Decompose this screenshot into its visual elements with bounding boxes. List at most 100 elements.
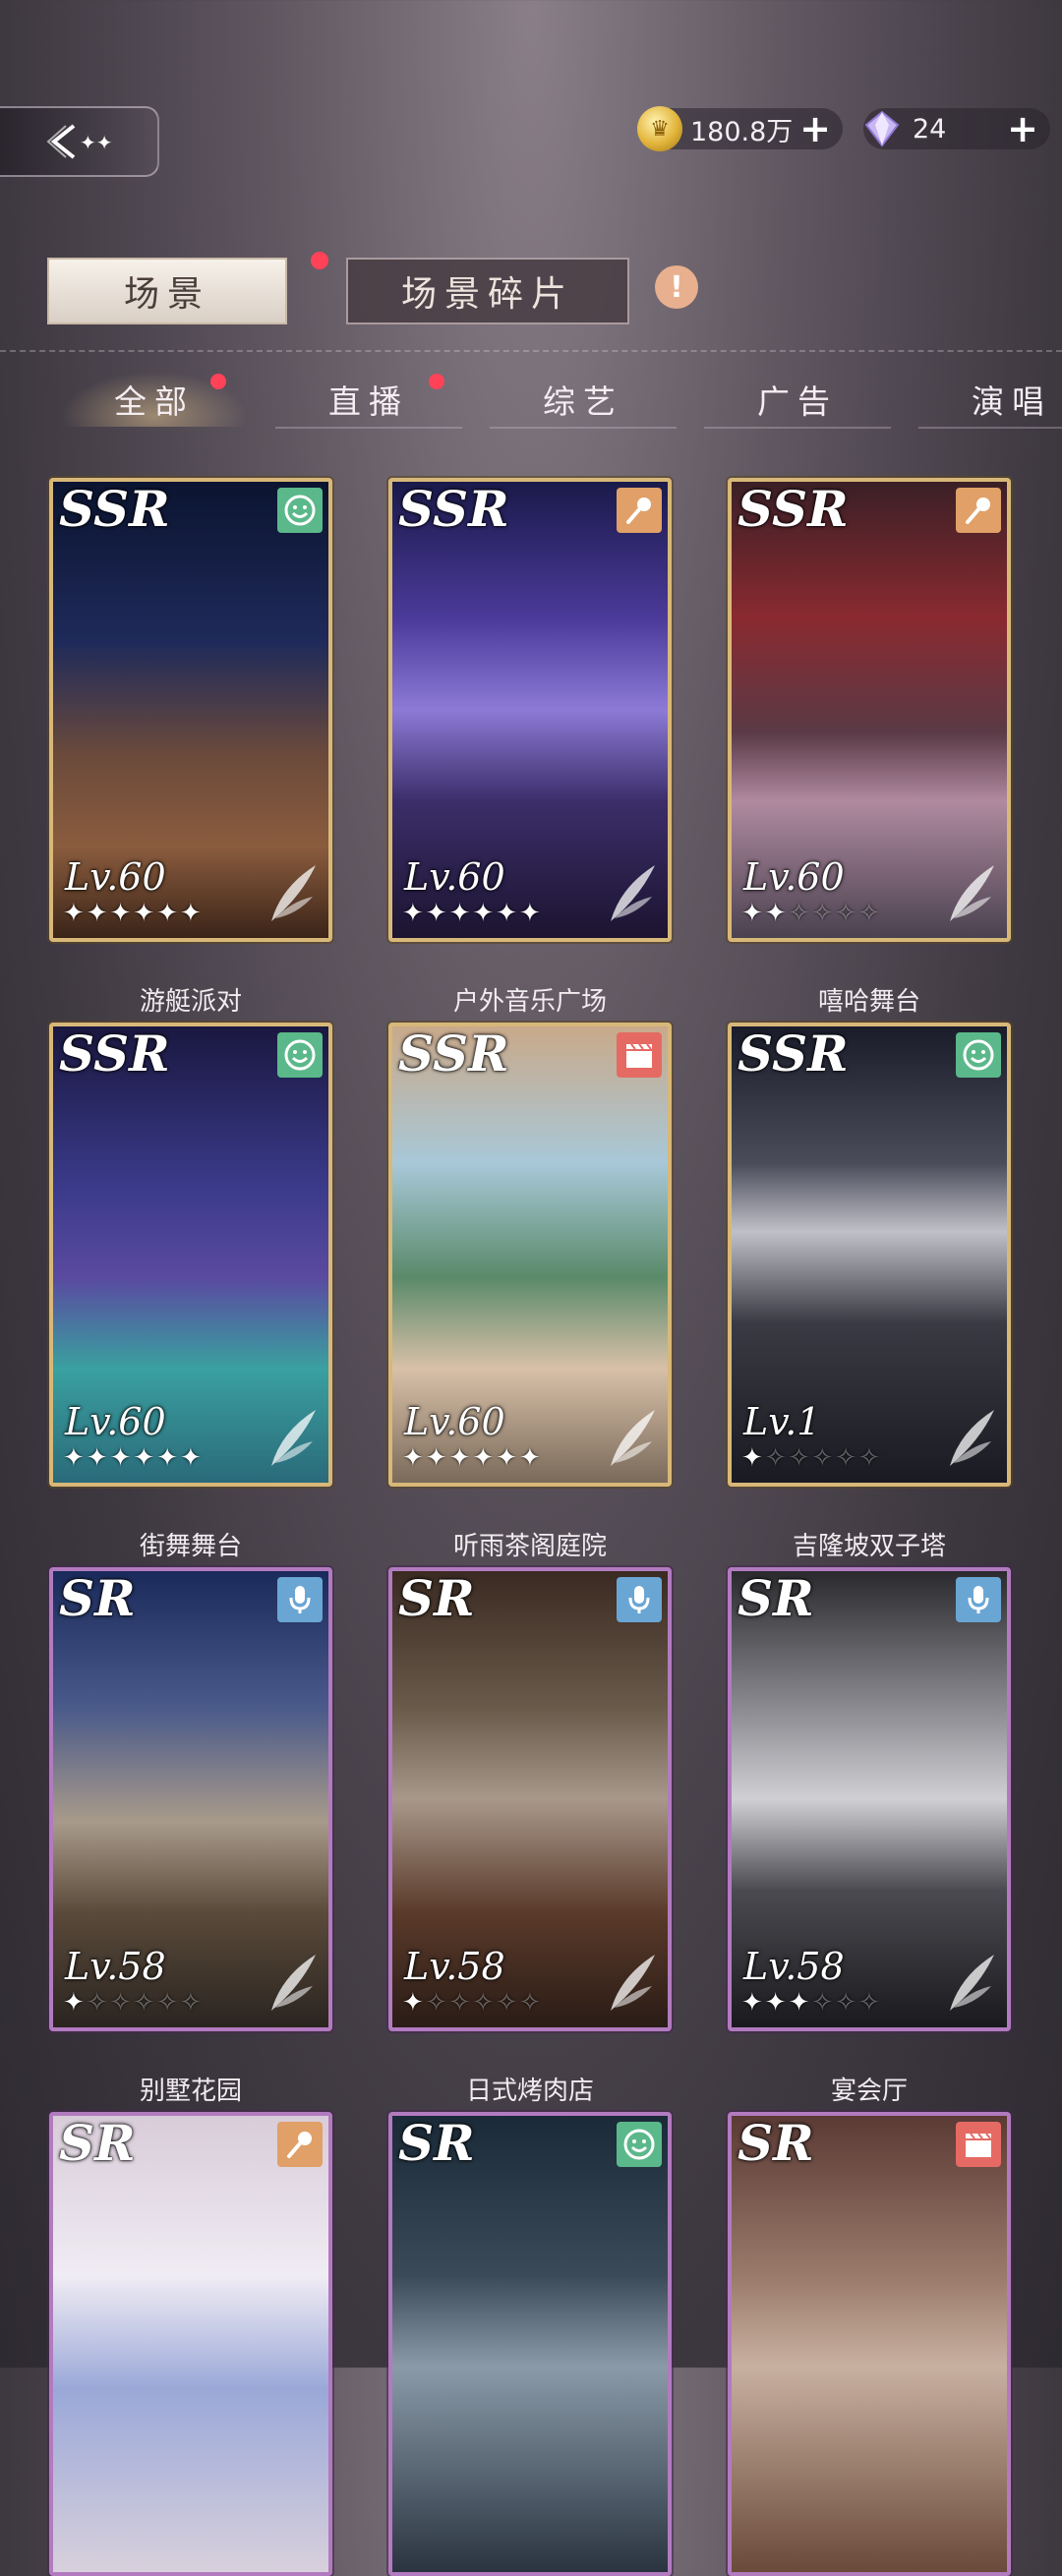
scene-card[interactable]: SSR Lv.60 ✦✦✦✦✦✦ [49,1023,332,1487]
scene-name: 游艇派对 [139,987,242,1017]
star-icon: ✦ [179,899,204,928]
star-rating: ✦✧✧✧✧✧ [741,1443,882,1473]
star-icon: ✦ [425,1443,449,1473]
star-rating: ✦✦✦✦✦✦ [63,899,204,928]
tab-scene[interactable]: 场景 [47,258,287,324]
star-icon: ✧ [156,1988,180,2018]
scene-name: 街舞舞台 [139,1532,242,1561]
scene-card[interactable]: SSR Lv.60 ✦✦✦✦✦✦ [388,1023,672,1487]
star-icon: ✦ [179,1443,204,1473]
star-icon: ✦ [63,1988,87,2018]
star-icon: ✦ [764,1988,789,2018]
notification-dot [429,374,444,389]
podcast-icon [617,1577,662,1622]
info-button[interactable]: ! [655,265,698,309]
feather-emblem-icon [950,1955,994,2011]
rarity-label: SSR [59,480,170,538]
star-icon: ✧ [811,1443,836,1473]
scene-card[interactable]: SR Lv.58 ✦✧✧✧✧✧ [49,1567,332,2031]
rarity-label: SSR [738,1025,849,1083]
feather-emblem-icon [271,865,316,921]
star-icon: ✦ [133,899,157,928]
star-icon: ✦ [518,1443,543,1473]
scene-name: 别墅花园 [139,2077,242,2106]
star-icon: ✦ [788,1988,812,2018]
gold-currency: ♛ 180.8万 + [637,106,843,151]
back-button[interactable]: ✦✦ [0,106,159,177]
level-label: Lv.1 [743,1400,821,1443]
smile-icon [956,1032,1001,1078]
gold-coin-icon: ♛ [637,106,682,151]
scene-name: 吉隆坡双子塔 [792,1532,946,1561]
star-icon: ✦ [518,899,543,928]
podcast-icon [956,1577,1001,1622]
scene-card[interactable]: SSR Lv.1 ✦✧✧✧✧✧ [728,1023,1011,1487]
scene-card[interactable]: SR [49,2112,332,2576]
star-icon: ✦ [156,899,180,928]
star-rating: ✦✦✦✦✦✦ [402,899,543,928]
feather-emblem-icon [950,865,994,921]
podcast-icon [277,1577,323,1622]
notification-dot [210,374,226,389]
scene-card[interactable]: SSR Lv.60 ✦✦✦✦✦✦ [49,478,332,942]
category-ad[interactable]: 广告 [704,372,891,429]
clapper-icon [617,1032,662,1078]
scene-card[interactable]: SSR Lv.60 ✦✦✧✧✧✧ [728,478,1011,942]
tab-scene-label: 场景 [123,274,210,315]
star-icon: ✧ [518,1988,543,2018]
star-icon: ✦ [402,1443,426,1473]
back-arrow-icon: ✦✦ [46,124,113,159]
star-icon: ✦ [448,899,473,928]
rarity-label: SSR [398,1025,509,1083]
rarity-label: SR [398,1569,475,1627]
star-icon: ✦ [472,1443,497,1473]
feather-emblem-icon [611,1410,655,1466]
svg-text:✦✦: ✦✦ [80,131,113,154]
rarity-label: SR [398,2114,475,2172]
divider [0,350,1062,352]
scene-name: 户外音乐广场 [452,987,607,1017]
star-icon: ✦ [86,899,110,928]
star-icon: ✦ [425,899,449,928]
star-icon: ✦ [63,899,87,928]
rarity-label: SR [738,2114,814,2172]
star-icon: ✧ [857,899,882,928]
category-concert[interactable]: 演唱 [918,372,1062,429]
category-label: 综艺 [543,382,623,421]
star-icon: ✦ [109,1443,134,1473]
add-gold-button[interactable]: + [799,110,831,147]
scene-card[interactable]: SR Lv.58 ✦✧✧✧✧✧ [388,1567,672,2031]
category-label: 广告 [757,382,838,421]
star-icon: ✧ [788,899,812,928]
add-diamond-button[interactable]: + [1007,110,1038,147]
level-label: Lv.60 [743,855,845,899]
star-rating: ✦✦✦✦✦✦ [402,1443,543,1473]
star-rating: ✦✧✧✧✧✧ [63,1988,204,2018]
scene-name: 嘻哈舞台 [817,987,920,1017]
star-rating: ✦✦✦✦✦✦ [63,1443,204,1473]
star-icon: ✧ [811,1988,836,2018]
feather-emblem-icon [271,1955,316,2011]
category-variety[interactable]: 综艺 [490,372,677,429]
star-icon: ✦ [741,899,765,928]
scene-card[interactable]: SR Lv.58 ✦✦✦✧✧✧ [728,1567,1011,2031]
scene-card[interactable]: SSR Lv.60 ✦✦✦✦✦✦ [388,478,672,942]
star-icon: ✧ [179,1988,204,2018]
star-icon: ✧ [835,1443,858,1473]
star-icon: ✧ [788,1443,812,1473]
mic-icon [277,2122,323,2167]
scene-name: 宴会厅 [830,2077,908,2106]
star-icon: ✧ [496,1988,519,2018]
diamond-currency: 24 + [863,108,1050,149]
feather-emblem-icon [611,1955,655,2011]
tab-scene-fragments[interactable]: 场景碎片 [346,258,629,324]
gold-amount: 180.8万 [690,116,794,147]
category-label: 直播 [328,382,409,421]
scene-card[interactable]: SR [388,2112,672,2576]
feather-emblem-icon [950,1410,994,1466]
level-label: Lv.60 [65,855,166,899]
star-icon: ✧ [448,1988,473,2018]
tab-fragments-label: 场景碎片 [400,274,574,315]
star-rating: ✦✦✧✧✧✧ [741,899,882,928]
scene-card[interactable]: SR [728,2112,1011,2576]
